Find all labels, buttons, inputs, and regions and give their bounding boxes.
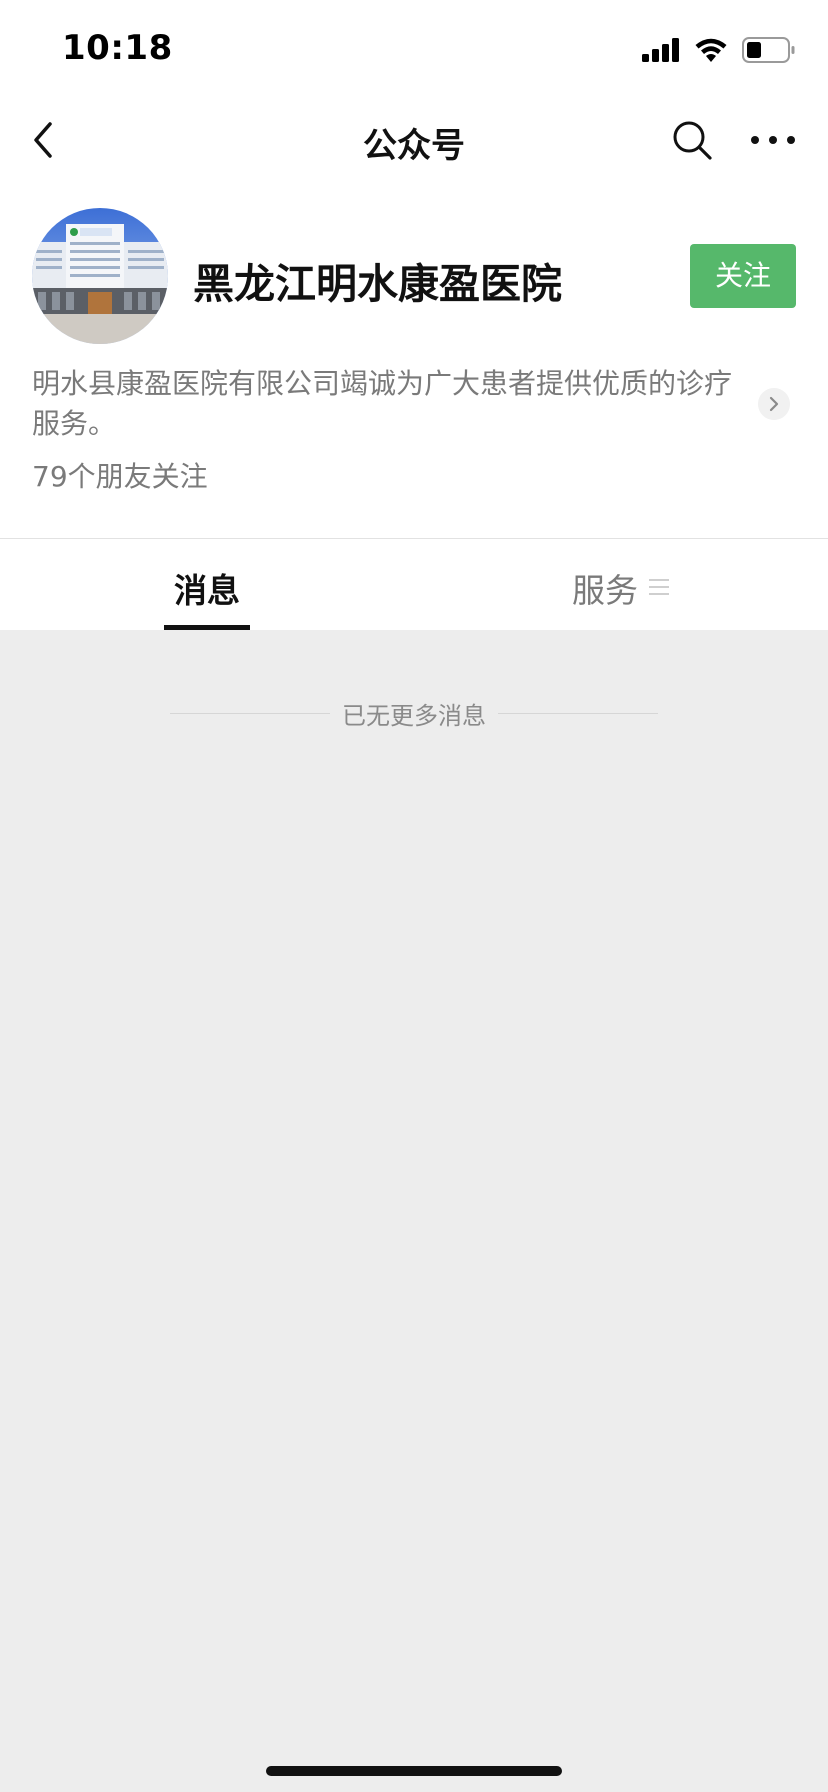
no-more-messages-indicator: 已无更多消息 xyxy=(170,694,658,732)
account-name: 黑龙江明水康盈医院 xyxy=(193,260,562,308)
more-dots-icon[interactable] xyxy=(748,122,798,158)
chevron-right-icon[interactable] xyxy=(758,388,790,420)
wifi-icon xyxy=(695,38,727,62)
hospital-building-icon xyxy=(32,208,168,344)
status-time: 10:18 xyxy=(62,28,173,68)
chevron-left-icon[interactable] xyxy=(26,118,66,162)
no-more-messages-text: 已无更多消息 xyxy=(342,701,486,730)
tab-services-label: 服务 xyxy=(572,571,638,610)
tab-messages-label: 消息 xyxy=(174,571,240,610)
friends-following-count: 79个朋友关注 xyxy=(32,460,208,493)
end-line-left xyxy=(170,712,330,714)
cellular-signal-icon xyxy=(642,38,679,62)
divider xyxy=(0,538,828,539)
battery-icon xyxy=(742,37,795,63)
status-icons xyxy=(642,34,796,66)
avatar[interactable] xyxy=(32,208,168,344)
active-tab-indicator xyxy=(164,625,250,630)
account-description[interactable]: 明水县康盈医院有限公司竭诚为广大患者提供优质的诊疗服务。 xyxy=(32,364,756,444)
official-account-screen: 10:18 公众号 黑龙江明水康盈医院 关注 明水县康盈医院有限公司竭诚为广大患… xyxy=(0,0,828,1792)
follow-button[interactable]: 关注 xyxy=(690,244,796,308)
tab-messages[interactable]: 消息 xyxy=(164,540,250,630)
home-indicator[interactable] xyxy=(266,1766,562,1776)
menu-lines-icon xyxy=(649,579,669,595)
end-line-right xyxy=(498,712,658,714)
search-icon[interactable] xyxy=(670,118,714,162)
tab-services[interactable]: 服务 xyxy=(570,540,680,630)
